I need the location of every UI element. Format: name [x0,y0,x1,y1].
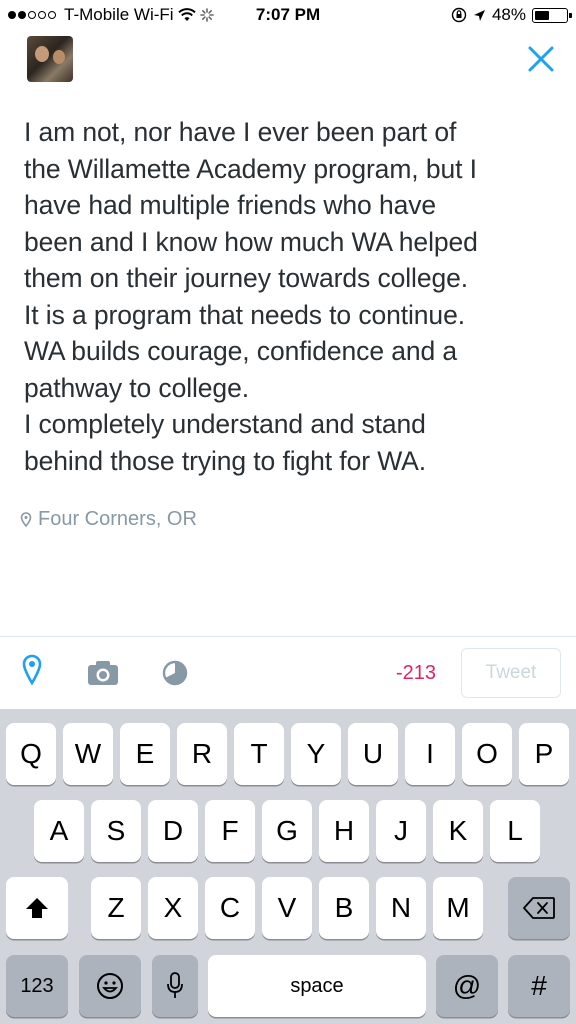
poll-icon[interactable] [162,660,188,686]
key-m[interactable]: M [433,877,483,939]
location-arrow-icon [473,9,485,21]
tweet-text-input[interactable]: I am not, nor have I ever been part of t… [24,114,554,479]
key-b[interactable]: B [319,877,369,939]
key-f[interactable]: F [205,800,255,862]
tweet-button[interactable]: Tweet [461,648,561,698]
shift-arrow-icon [26,898,48,918]
key-k[interactable]: K [433,800,483,862]
status-bar: T-Mobile Wi-Fi 7:07 PM 48% [0,0,576,32]
status-right-group: 48% [451,5,572,25]
battery-percent: 48% [491,5,526,24]
location-label: Four Corners, OR [38,508,197,530]
key-d[interactable]: D [148,800,198,862]
key-n[interactable]: N [376,877,426,939]
key-z[interactable]: Z [91,877,141,939]
key-x[interactable]: X [148,877,198,939]
key-v[interactable]: V [262,877,312,939]
key-a[interactable]: A [34,800,84,862]
key-o[interactable]: O [462,723,512,785]
at-key[interactable]: @ [436,955,498,1017]
dictation-key[interactable] [152,955,198,1017]
camera-icon[interactable] [87,660,119,686]
emoji-icon [97,973,123,999]
location-tag[interactable]: Four Corners, OR [20,508,197,531]
key-e[interactable]: E [120,723,170,785]
key-t[interactable]: T [234,723,284,785]
shift-key[interactable] [6,877,68,939]
emoji-key[interactable] [79,955,141,1017]
map-pin-icon [20,511,32,527]
numbers-key[interactable]: 123 [6,955,68,1017]
key-j[interactable]: J [376,800,426,862]
backspace-key[interactable] [508,877,570,939]
keyboard: Q W E R T Y U I O P A S D F G H J K L Z … [0,709,576,1024]
backspace-icon [523,897,555,919]
toolbar-divider [0,636,576,637]
key-h[interactable]: H [319,800,369,862]
location-pin-icon[interactable] [22,654,42,686]
battery-icon [532,7,572,23]
key-w[interactable]: W [63,723,113,785]
key-s[interactable]: S [91,800,141,862]
space-key[interactable]: space [208,955,426,1017]
character-count: -213 [396,662,437,684]
key-y[interactable]: Y [291,723,341,785]
hash-key[interactable]: # [508,955,570,1017]
key-c[interactable]: C [205,877,255,939]
key-r[interactable]: R [177,723,227,785]
microphone-icon [167,972,183,998]
rotation-lock-icon [451,7,467,23]
key-g[interactable]: G [262,800,312,862]
avatar[interactable] [27,36,73,82]
close-icon[interactable] [526,44,556,74]
key-u[interactable]: U [348,723,398,785]
key-p[interactable]: P [519,723,569,785]
key-i[interactable]: I [405,723,455,785]
key-q[interactable]: Q [6,723,56,785]
key-l[interactable]: L [490,800,540,862]
